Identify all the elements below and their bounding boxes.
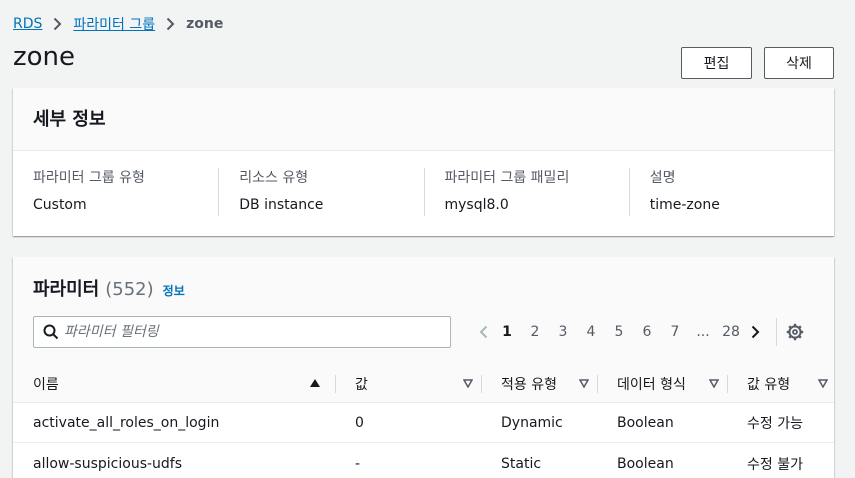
page-28[interactable]: 28: [717, 324, 745, 340]
column-label: 적용 유형: [501, 377, 557, 393]
sort-descending-icon: [463, 379, 473, 388]
parameters-panel: 파라미터 (552) 정보 1 2 3 4 5 6 7 ... 28: [13, 257, 834, 478]
page-2[interactable]: 2: [521, 324, 549, 340]
detail-description: 설명 time-zone: [628, 168, 834, 216]
page-title: zone: [13, 42, 76, 72]
breadcrumb-link-parameter-groups[interactable]: 파라미터 그룹: [73, 14, 155, 34]
table-header: 이름 값 적용 유형 데이터 형식 값 유형: [13, 365, 834, 403]
cell-data-type: Boolean: [617, 456, 674, 472]
page-6[interactable]: 6: [633, 324, 661, 340]
parameters-heading: 파라미터 (552) 정보: [33, 275, 185, 301]
chevron-right-icon: [166, 17, 175, 31]
detail-label: 설명: [649, 170, 676, 186]
detail-value: time-zone: [649, 197, 720, 213]
cell-name: activate_all_roles_on_login: [33, 415, 220, 431]
detail-resource-type: 리소스 유형 DB instance: [218, 168, 423, 216]
settings-gear-icon[interactable]: [786, 323, 804, 341]
detail-value: Custom: [33, 197, 87, 213]
sort-ascending-icon: [309, 378, 321, 388]
column-header-value[interactable]: 값: [335, 365, 481, 403]
details-panel: 세부 정보 파라미터 그룹 유형 Custom 리소스 유형 DB instan…: [13, 88, 834, 236]
sort-descending-icon: [709, 379, 719, 388]
cell-value: 0: [355, 415, 364, 431]
filter-field[interactable]: [33, 316, 451, 348]
cell-value: -: [355, 456, 361, 472]
details-fields: 파라미터 그룹 유형 Custom 리소스 유형 DB instance 파라미…: [13, 151, 834, 216]
parameters-count: (552): [105, 279, 154, 300]
pagination-divider: [776, 318, 777, 346]
details-heading: 세부 정보: [13, 88, 834, 151]
delete-button[interactable]: 삭제: [764, 47, 834, 79]
detail-value: mysql8.0: [444, 197, 509, 213]
page-ellipsis: ...: [696, 324, 710, 340]
detail-label: 파라미터 그룹 유형: [33, 170, 145, 186]
cell-apply-type: Dynamic: [501, 415, 563, 431]
cell-modifiable: 수정 불가: [747, 457, 803, 473]
chevron-right-icon: [53, 17, 62, 31]
cell-modifiable: 수정 가능: [747, 416, 803, 432]
detail-parameter-group-type: 파라미터 그룹 유형 Custom: [13, 168, 218, 216]
page-3[interactable]: 3: [549, 324, 577, 340]
chevron-left-icon[interactable]: [473, 325, 493, 339]
detail-label: 파라미터 그룹 패밀리: [444, 170, 570, 186]
table-row[interactable]: allow-suspicious-udfs - Static Boolean 수…: [13, 444, 834, 478]
column-header-name[interactable]: 이름: [13, 365, 335, 403]
page-5[interactable]: 5: [605, 324, 633, 340]
cell-name: allow-suspicious-udfs: [33, 456, 183, 472]
pagination: 1 2 3 4 5 6 7 ... 28: [473, 318, 804, 346]
detail-value: DB instance: [239, 197, 324, 213]
column-label: 값: [355, 377, 368, 393]
column-label: 값 유형: [747, 377, 791, 393]
parameters-title: 파라미터: [33, 279, 100, 300]
breadcrumb-current: zone: [186, 16, 224, 32]
page-7[interactable]: 7: [661, 324, 689, 340]
detail-parameter-group-family: 파라미터 그룹 패밀리 mysql8.0: [423, 168, 629, 216]
column-header-apply-type[interactable]: 적용 유형: [481, 365, 597, 403]
page-1[interactable]: 1: [493, 324, 521, 340]
cell-data-type: Boolean: [617, 415, 674, 431]
column-header-modifiable[interactable]: 값 유형: [727, 365, 834, 403]
sort-descending-icon: [818, 379, 828, 388]
chevron-right-icon[interactable]: [745, 325, 765, 339]
cell-apply-type: Static: [501, 456, 542, 472]
sort-descending-icon: [579, 379, 589, 388]
table-row[interactable]: activate_all_roles_on_login 0 Dynamic Bo…: [13, 403, 834, 443]
edit-button[interactable]: 편집: [681, 47, 752, 79]
column-header-data-type[interactable]: 데이터 형식: [597, 365, 727, 403]
detail-label: 리소스 유형: [239, 170, 309, 186]
column-label: 이름: [33, 377, 59, 393]
info-link[interactable]: 정보: [163, 282, 185, 299]
parameter-filter-input[interactable]: [64, 324, 434, 340]
search-icon: [34, 324, 64, 340]
breadcrumb: RDS 파라미터 그룹 zone: [13, 14, 223, 34]
breadcrumb-link-rds[interactable]: RDS: [13, 16, 42, 32]
page-4[interactable]: 4: [577, 324, 605, 340]
column-label: 데이터 형식: [617, 377, 686, 393]
